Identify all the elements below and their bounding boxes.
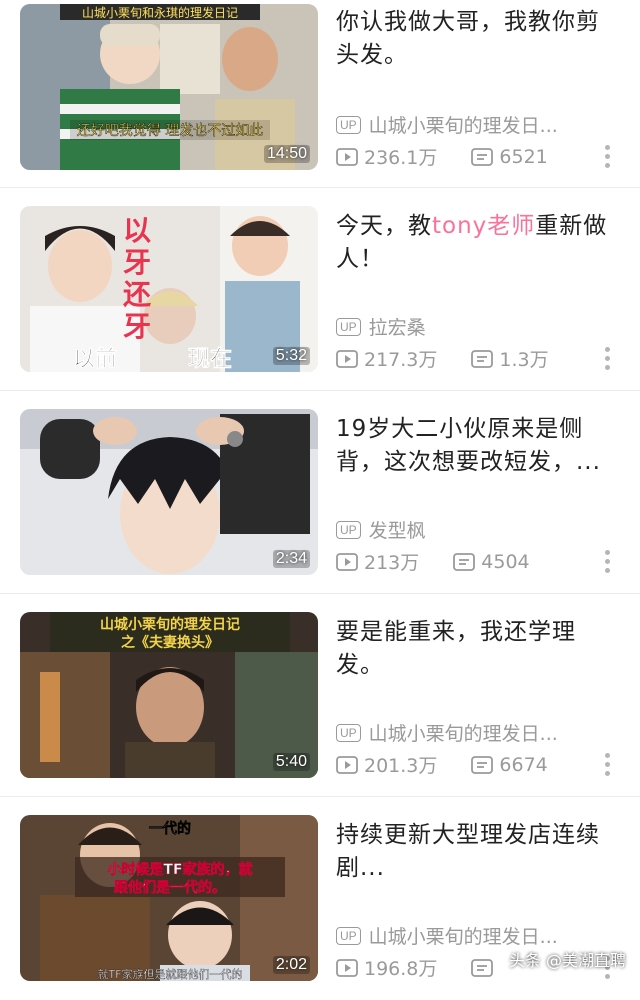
uploader-name: 拉宏桑	[368, 317, 426, 339]
danmaku-icon	[453, 552, 476, 571]
up-badge-icon: UP	[336, 723, 361, 742]
uploader-name: 山城小栗旬的理发日...	[368, 723, 558, 745]
more-options-icon[interactable]	[602, 345, 612, 372]
danmaku-icon	[471, 958, 494, 977]
watermark: 头条 @美潮直聘	[508, 951, 626, 970]
video-card[interactable]: 2:34 19岁大二小伙原来是侧背，这次想要改短发，... UP 发型枫 213…	[0, 391, 640, 594]
video-title[interactable]: 要是能重来，我还学理发。	[336, 616, 608, 682]
up-badge-icon: UP	[336, 317, 361, 336]
uploader[interactable]: UP 发型枫	[336, 516, 426, 543]
more-options-icon[interactable]	[602, 143, 612, 170]
video-title[interactable]: 持续更新大型理发店连续剧...	[336, 819, 608, 885]
video-stats: 201.3万 6674	[336, 751, 582, 778]
play-count-icon	[336, 349, 358, 368]
duration-label: 2:34	[272, 550, 310, 568]
views-stat: 213万	[336, 548, 419, 575]
play-count-icon	[336, 755, 358, 774]
danmaku-icon	[471, 147, 494, 166]
play-count-icon	[336, 958, 358, 977]
more-options-icon[interactable]	[602, 548, 612, 575]
up-badge-icon: UP	[336, 926, 361, 945]
video-list: 山城小栗旬和永琪的理发日记 还好吧我觉得 理发也不过如此 14:50 你认我做大…	[0, 0, 640, 1000]
uploader-name: 山城小栗旬的理发日...	[368, 115, 558, 137]
overlay-sub-text: 之《夫妻换头》	[121, 634, 219, 651]
video-stats: 217.3万 1.3万	[336, 345, 583, 372]
play-count-icon	[336, 147, 358, 166]
overlay-top-text: 一代的	[149, 820, 191, 837]
uploader[interactable]: UP 山城小栗旬的理发日...	[336, 111, 558, 138]
video-card[interactable]: 山城小栗旬和永琪的理发日记 还好吧我觉得 理发也不过如此 14:50 你认我做大…	[0, 0, 640, 188]
views-stat: 196.8万	[336, 954, 437, 981]
danmaku-stat: 4504	[453, 551, 530, 573]
overlay-char: 牙	[123, 310, 151, 343]
video-stats: 213万 4504	[336, 548, 564, 575]
video-title[interactable]: 19岁大二小伙原来是侧背，这次想要改短发，...	[336, 413, 608, 479]
duration-label: 5:40	[272, 753, 310, 771]
up-badge-icon: UP	[336, 115, 361, 134]
overlay-mid-text: 小时候是TF家族的，就	[107, 861, 252, 878]
views-stat: 236.1万	[336, 143, 437, 170]
duration-label: 14:50	[263, 145, 310, 163]
duration-label: 2:02	[272, 956, 310, 974]
uploader[interactable]: UP 山城小栗旬的理发日...	[336, 922, 558, 949]
overlay-now-text: 现在	[188, 346, 232, 372]
overlay-char: 以	[123, 214, 151, 247]
uploader[interactable]: UP 山城小栗旬的理发日...	[336, 719, 558, 746]
video-title[interactable]: 今天，教tony老师重新做人！	[336, 210, 608, 276]
overlay-before-text: 以前	[73, 346, 117, 372]
uploader-name: 发型枫	[368, 520, 426, 542]
highlighted-keyword: tony老师	[432, 213, 536, 239]
video-card[interactable]: 以 牙 还 牙 以前 现在 5:32 今天，教tony老师重新做人！ UP 拉宏…	[0, 188, 640, 391]
up-badge-icon: UP	[336, 520, 361, 539]
video-thumbnail[interactable]: 以 牙 还 牙 以前 现在 5:32	[20, 206, 318, 372]
overlay-char: 还	[123, 278, 152, 311]
video-thumbnail[interactable]: 一代的 小时候是TF家族的，就 跟他们是一代的。 就TF家族但是就跟他们一代的 …	[20, 815, 318, 981]
danmaku-stat: 6674	[471, 754, 548, 776]
more-options-icon[interactable]	[602, 751, 612, 778]
play-count-icon	[336, 552, 358, 571]
views-stat: 217.3万	[336, 345, 437, 372]
danmaku-icon	[471, 755, 494, 774]
overlay-mid-text: 跟他们是一代的。	[114, 879, 226, 896]
overlay-char: 牙	[123, 246, 151, 279]
video-thumbnail[interactable]: 2:34	[20, 409, 318, 575]
overlay-bottom-text: 还好吧我觉得 理发也不过如此	[77, 122, 263, 139]
video-thumbnail[interactable]: 山城小栗旬的理发日记 之《夫妻换头》 5:40	[20, 612, 318, 778]
video-title[interactable]: 你认我做大哥，我教你剪头发。	[336, 6, 608, 72]
danmaku-stat	[471, 958, 499, 977]
views-stat: 201.3万	[336, 751, 437, 778]
uploader[interactable]: UP 拉宏桑	[336, 313, 426, 340]
duration-label: 5:32	[272, 347, 310, 365]
overlay-bottom-text: 就TF家族但是就跟他们一代的	[97, 967, 242, 981]
video-stats: 196.8万	[336, 954, 533, 981]
uploader-name: 山城小栗旬的理发日...	[368, 926, 558, 948]
danmaku-icon	[471, 349, 494, 368]
danmaku-stat: 6521	[471, 146, 548, 168]
overlay-top-text: 山城小栗旬和永琪的理发日记	[82, 5, 238, 20]
overlay-top-text: 山城小栗旬的理发日记	[100, 616, 240, 633]
video-thumbnail[interactable]: 山城小栗旬和永琪的理发日记 还好吧我觉得 理发也不过如此 14:50	[20, 4, 318, 170]
danmaku-stat: 1.3万	[471, 345, 549, 372]
video-card[interactable]: 山城小栗旬的理发日记 之《夫妻换头》 5:40 要是能重来，我还学理发。 UP …	[0, 594, 640, 797]
video-stats: 236.1万 6521	[336, 143, 582, 170]
